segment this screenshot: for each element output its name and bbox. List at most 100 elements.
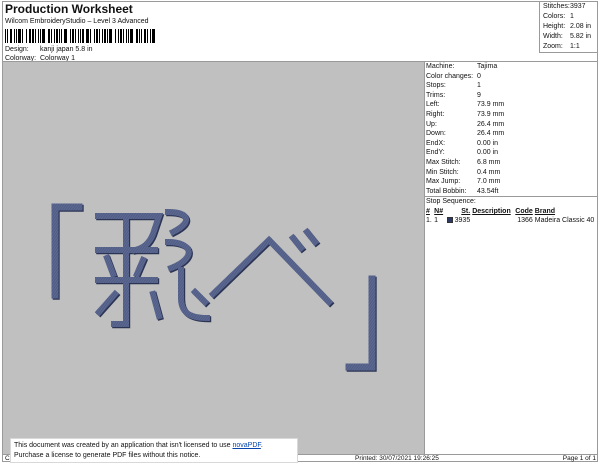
info-value: 1 (477, 82, 481, 90)
info-value: 9 (477, 91, 481, 99)
info-value: 7.0 mm (477, 178, 501, 186)
info-row: Max Stitch: 6.8 mm (426, 158, 598, 168)
barcode-bar (40, 29, 41, 43)
column-header: St. (461, 208, 471, 215)
barcode-bar (51, 29, 52, 43)
machine-info-panel: Machine: Tajima Color changes: 0 Stops: 1 T… (425, 62, 598, 196)
barcode-bar (7, 29, 8, 43)
info-label: Max Jump: (426, 178, 461, 186)
design-row: Design: kanji japan 5.8 in (5, 45, 93, 54)
summary-value: 2.08 in (570, 23, 592, 30)
barcode-bar (78, 29, 79, 43)
glyph-shadow-stroke (52, 204, 84, 300)
barcode-bar (72, 29, 74, 43)
info-row: Total Bobbin: 43.54ft (426, 187, 598, 197)
barcode-bar (152, 29, 155, 43)
info-label: Trims: (426, 91, 446, 99)
novapdf-link[interactable]: novaPDF (232, 442, 260, 449)
notice-period: . (260, 442, 263, 449)
info-label: EndY: (426, 149, 445, 157)
stop-sequence-panel: Stop Sequence: # N# St. Description Code… (425, 197, 598, 225)
stop-number: 1. (426, 217, 432, 224)
info-value: 0 (477, 72, 481, 80)
barcode-bar (80, 29, 81, 43)
barcode-bar (64, 29, 67, 43)
column-header: Brand (534, 208, 556, 215)
barcode-bar (141, 29, 142, 43)
worksheet-header: Production Worksheet Wilcom EmbroiderySt… (3, 2, 539, 62)
summary-value: 3937 (570, 3, 586, 10)
column-header: # (426, 208, 430, 215)
right-bracket-glyph (345, 275, 376, 371)
license-notice: This document was created by an applicat… (10, 438, 298, 463)
barcode-bar (104, 29, 106, 43)
info-value: 6.8 mm (477, 158, 501, 166)
info-row: Trims: 9 (426, 91, 598, 101)
info-value: 26.4 mm (477, 130, 505, 138)
barcode-bar (139, 29, 140, 43)
info-row: EndX: 0.00 in (426, 139, 598, 149)
info-row: EndY: 0.00 in (426, 148, 598, 158)
info-value: 0.00 in (477, 149, 499, 157)
column-header: N# (434, 208, 444, 215)
summary-row: Colors: 1 (543, 12, 595, 22)
notice-line-2: Purchase a license to generate PDF files… (14, 452, 201, 459)
barcode-bar (16, 29, 17, 43)
summary-label: Stitches: (543, 3, 570, 10)
summary-row: Width: 5.82 in (543, 32, 595, 42)
info-row: Up: 26.4 mm (426, 120, 598, 130)
design-value: kanji japan 5.8 in (40, 46, 93, 53)
column-header: Code (515, 208, 533, 215)
barcode-bar (136, 29, 138, 43)
barcode-bar (102, 29, 103, 43)
barcode-bar (118, 29, 119, 43)
barcode (5, 29, 157, 43)
printed-timestamp: Printed: 30/07/2021 19:26:25 (355, 455, 439, 462)
barcode-bar (35, 29, 36, 43)
barcode-bar (26, 29, 27, 43)
barcode-bar (123, 29, 124, 43)
needle-number: 1 (434, 217, 439, 224)
summary-value: 5.82 in (570, 33, 592, 40)
barcode-bar (99, 29, 100, 43)
info-row: Max Jump: 7.0 mm (426, 177, 598, 187)
stitch-count-cell: 3935 (445, 216, 472, 225)
info-label: Up: (426, 120, 437, 128)
design-label: Design: (5, 46, 29, 53)
stop-sequence-title: Stop Sequence: (426, 198, 476, 205)
barcode-bar (94, 29, 95, 43)
barcode-bar (38, 29, 39, 43)
barcode-bar (10, 29, 12, 43)
design-preview (3, 62, 424, 454)
barcode-bar (48, 29, 50, 43)
barcode-bar (42, 29, 45, 43)
info-row: Left: 73.9 mm (426, 100, 598, 110)
embroidery-design (51, 203, 377, 372)
hiragana-be-glyph (208, 227, 334, 307)
page-title: Production Worksheet (5, 2, 133, 16)
notice-text: This document was created by an applicat… (14, 442, 233, 449)
info-value: 73.9 mm (477, 110, 505, 118)
barcode-bar (109, 29, 112, 43)
info-label: Down: (426, 130, 446, 138)
barcode-bar (82, 29, 84, 43)
info-value: Tajima (477, 63, 498, 70)
thread-code: 1366 (517, 217, 533, 224)
info-label: Left: (426, 101, 440, 109)
barcode-bar (75, 29, 76, 43)
info-label: Total Bobbin: (426, 187, 467, 195)
summary-label: Width: (543, 33, 563, 40)
info-row: Down: 26.4 mm (426, 129, 598, 139)
barcode-bar (107, 29, 108, 43)
barcode-bar (14, 29, 15, 43)
barcode-bar (130, 29, 133, 43)
barcode-bar (147, 29, 148, 43)
stitched-kanji-glyphs (51, 203, 376, 371)
info-label: EndX: (426, 139, 446, 147)
barcode-bar (150, 29, 151, 43)
barcode-bar (59, 29, 60, 43)
barcode-bar (115, 29, 116, 43)
notice-line-1: This document was created by an applicat… (14, 441, 294, 451)
stitch-count: 3935 (454, 217, 471, 224)
info-label: Min Stitch: (426, 168, 459, 176)
